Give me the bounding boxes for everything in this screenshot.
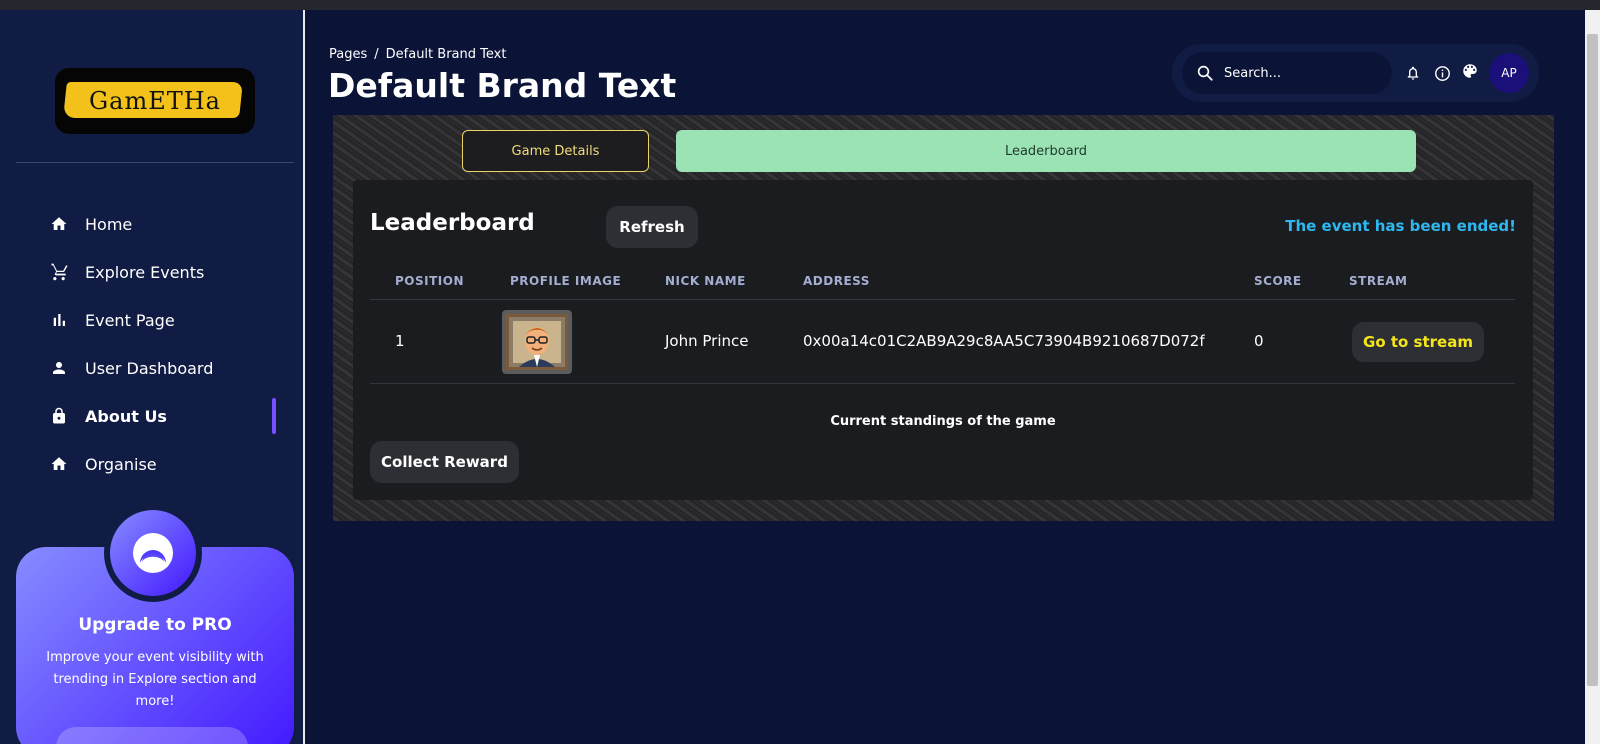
search-icon [1197, 65, 1213, 81]
breadcrumb: Pages / Default Brand Text [329, 47, 506, 62]
person-icon [47, 356, 71, 380]
sidebar-item-label: Explore Events [85, 262, 205, 282]
sidebar-item-user-dashboard[interactable]: User Dashboard [0, 344, 303, 392]
pro-title: Upgrade to PRO [78, 615, 232, 635]
refresh-button[interactable]: Refresh [606, 206, 698, 248]
sidebar-item-label: Home [85, 214, 133, 234]
tab-game-details[interactable]: Game Details [462, 130, 649, 172]
collect-reward-button[interactable]: Collect Reward [370, 441, 519, 483]
column-header-nick-name: NICK NAME [665, 274, 746, 288]
bell-icon[interactable] [1404, 64, 1422, 82]
column-header-profile-image: PROFILE IMAGE [510, 274, 622, 288]
logo-text: GamETHa [88, 87, 221, 115]
table-row: 1 John Prince 0x00a14c01C2AB9A29c8AA5C73… [370, 300, 1515, 384]
sidebar-item-label: About Us [85, 406, 167, 426]
home-icon [47, 452, 71, 476]
cart-icon [47, 260, 71, 284]
breadcrumb-separator: / [374, 47, 379, 62]
browser-top-strip [0, 0, 1600, 10]
sidebar-item-label: Event Page [85, 310, 175, 330]
column-header-score: SCORE [1254, 274, 1302, 288]
avatar[interactable]: AP [1489, 53, 1529, 93]
sidebar-item-about-us[interactable]: About Us [0, 392, 303, 440]
leaderboard-card: Leaderboard Refresh The event has been e… [353, 180, 1533, 500]
table-header: POSITION PROFILE IMAGE NICK NAME ADDRESS… [370, 262, 1515, 300]
profile-image [502, 310, 572, 374]
cartoon-avatar-icon [509, 317, 565, 367]
sidebar: GamETHa Home Explore Events Event Page U… [0, 10, 305, 744]
page-title: Default Brand Text [328, 66, 677, 105]
scrollbar-thumb[interactable] [1587, 34, 1598, 686]
palette-icon[interactable] [1461, 62, 1479, 80]
event-status-text: The event has been ended! [1285, 217, 1516, 235]
tab-leaderboard[interactable]: Leaderboard [676, 130, 1416, 172]
lock-icon [47, 404, 71, 428]
arc-logo-icon [133, 533, 173, 573]
page-scrollbar[interactable] [1585, 10, 1600, 744]
cell-nick-name: John Prince [665, 332, 749, 350]
sidebar-nav: Home Explore Events Event Page User Dash… [0, 200, 303, 488]
home-icon [47, 212, 71, 236]
upgrade-pro-button[interactable] [56, 727, 248, 744]
go-to-stream-button[interactable]: Go to stream [1352, 322, 1484, 362]
pro-badge-inner [110, 510, 196, 596]
top-toolbar: AP [1172, 44, 1539, 102]
breadcrumb-current: Default Brand Text [385, 47, 507, 62]
search-box [1182, 52, 1392, 94]
column-header-position: POSITION [395, 274, 464, 288]
sidebar-item-explore-events[interactable]: Explore Events [0, 248, 303, 296]
column-header-stream: STREAM [1349, 274, 1408, 288]
sidebar-divider [16, 162, 294, 163]
cell-address: 0x00a14c01C2AB9A29c8AA5C73904B9210687D07… [803, 332, 1205, 350]
cell-score: 0 [1254, 332, 1264, 350]
brand-logo[interactable]: GamETHa [55, 68, 255, 134]
sidebar-item-label: User Dashboard [85, 358, 214, 378]
sidebar-item-label: Organise [85, 454, 157, 474]
column-header-address: ADDRESS [803, 274, 870, 288]
leaderboard-title: Leaderboard [370, 210, 535, 236]
sidebar-item-event-page[interactable]: Event Page [0, 296, 303, 344]
bar-chart-icon [47, 308, 71, 332]
info-icon[interactable] [1433, 64, 1451, 82]
standings-caption: Current standings of the game [830, 414, 1056, 429]
breadcrumb-root[interactable]: Pages [329, 47, 367, 62]
cell-position: 1 [395, 332, 405, 350]
sidebar-item-home[interactable]: Home [0, 200, 303, 248]
pro-description: Improve your event visibility with trend… [46, 650, 264, 709]
search-input[interactable] [1224, 65, 1384, 81]
sidebar-item-organise[interactable]: Organise [0, 440, 303, 488]
pro-badge [104, 504, 202, 602]
